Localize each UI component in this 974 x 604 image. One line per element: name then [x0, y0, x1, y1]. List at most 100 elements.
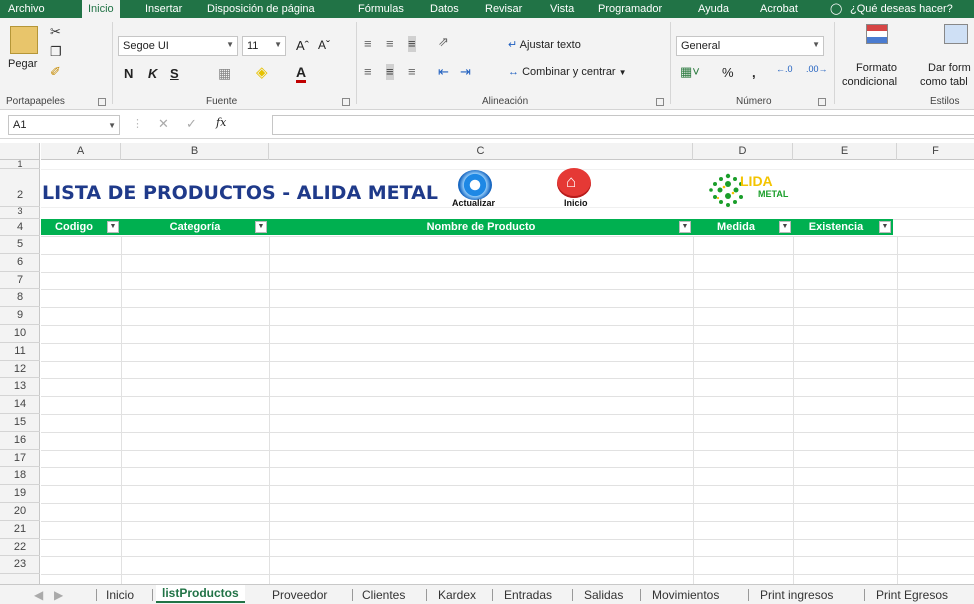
table-header-cell[interactable]: Nombre de Producto ▼	[269, 219, 693, 235]
increase-decimal-icon[interactable]: ←.0	[776, 64, 793, 74]
tell-me-search[interactable]: ¿Qué deseas hacer?	[850, 0, 953, 18]
paste-icon[interactable]	[10, 26, 38, 54]
row-header-3[interactable]: 3	[0, 207, 40, 219]
font-size-select[interactable]: 11 ▼	[242, 36, 286, 56]
tab-disposicion[interactable]: Disposición de página	[207, 0, 315, 18]
row-header-22[interactable]: 22	[0, 539, 40, 557]
alignment-launcher-icon[interactable]	[656, 98, 664, 106]
col-header-f[interactable]: F	[897, 143, 974, 160]
sheet-tab-salidas[interactable]: Salidas	[584, 587, 623, 603]
home-button-label[interactable]: Inicio	[564, 198, 588, 208]
sheet-tab-print-ingresos[interactable]: Print ingresos	[760, 587, 833, 603]
row-header-13[interactable]: 13	[0, 378, 40, 397]
row-header-16[interactable]: 16	[0, 432, 40, 450]
borders-icon[interactable]: ▦	[218, 65, 231, 82]
row-header-7[interactable]: 7	[0, 272, 40, 290]
filter-dropdown-icon[interactable]: ▼	[107, 221, 119, 233]
row-header-9[interactable]: 9	[0, 307, 40, 325]
table-header-cell[interactable]: Codigo ▼	[41, 219, 121, 235]
row-header-4[interactable]: 4	[0, 219, 40, 236]
clipboard-launcher-icon[interactable]	[98, 98, 106, 106]
sheet-tab-entradas[interactable]: Entradas	[504, 587, 552, 603]
row-header-2[interactable]: 2	[0, 169, 40, 207]
format-table-label-1[interactable]: Dar form	[928, 62, 971, 74]
filter-dropdown-icon[interactable]: ▼	[255, 221, 267, 233]
number-format-select[interactable]: General ▼	[676, 36, 824, 56]
filter-dropdown-icon[interactable]: ▼	[879, 221, 891, 233]
shrink-font-button[interactable]: Aˇ	[318, 38, 330, 52]
col-header-a[interactable]: A	[41, 143, 121, 160]
tab-vista[interactable]: Vista	[550, 0, 574, 18]
row-header-15[interactable]: 15	[0, 414, 40, 432]
number-launcher-icon[interactable]	[818, 98, 826, 106]
row-header-21[interactable]: 21	[0, 521, 40, 539]
refresh-button-label[interactable]: Actualizar	[452, 198, 495, 208]
sheet-tab-movimientos[interactable]: Movimientos	[652, 587, 719, 603]
scroll-right-icon[interactable]: ▶	[54, 587, 63, 603]
row-header-12[interactable]: 12	[0, 361, 40, 379]
tab-datos[interactable]: Datos	[430, 0, 459, 18]
row-header-1[interactable]: 1	[0, 160, 40, 169]
tab-formulas[interactable]: Fórmulas	[358, 0, 404, 18]
row-header-11[interactable]: 11	[0, 343, 40, 361]
sheet-tab-clientes[interactable]: Clientes	[362, 587, 405, 603]
refresh-gear-icon[interactable]	[458, 170, 492, 200]
row-header-23[interactable]: 23	[0, 556, 40, 575]
tab-archivo[interactable]: Archivo	[8, 0, 45, 18]
percent-button[interactable]: %	[722, 65, 734, 80]
font-launcher-icon[interactable]	[342, 98, 350, 106]
align-center-icon[interactable]: ≡	[386, 64, 394, 80]
underline-button[interactable]: S	[170, 66, 179, 81]
fill-color-icon[interactable]: ◈	[256, 63, 268, 81]
row-header-17[interactable]: 17	[0, 450, 40, 468]
align-right-icon[interactable]: ≡	[408, 64, 416, 80]
row-header-20[interactable]: 20	[0, 503, 40, 521]
insert-function-icon[interactable]: fx	[216, 116, 226, 129]
tab-acrobat[interactable]: Acrobat	[760, 0, 798, 18]
orientation-icon[interactable]: ⇗	[438, 34, 449, 50]
row-header-14[interactable]: 14	[0, 396, 40, 414]
col-header-e[interactable]: E	[793, 143, 897, 160]
lightbulb-icon[interactable]: ◯	[830, 0, 842, 18]
tab-revisar[interactable]: Revisar	[485, 0, 522, 18]
table-header-cell[interactable]: Categoría ▼	[121, 219, 269, 235]
row-header-8[interactable]: 8	[0, 289, 40, 308]
wrap-text-button[interactable]: ↵ Ajustar texto	[508, 38, 581, 51]
accounting-format-icon[interactable]: ▦˅	[680, 64, 700, 80]
conditional-format-label-1[interactable]: Formato	[856, 62, 897, 74]
italic-button[interactable]: K	[148, 66, 157, 81]
format-painter-icon[interactable]: ✐	[50, 64, 61, 80]
format-table-label-2[interactable]: como tabl	[920, 76, 968, 88]
name-box[interactable]: A1 ▼	[8, 115, 120, 135]
row-header-19[interactable]: 19	[0, 485, 40, 503]
table-header-cell[interactable]: Existencia ▼	[793, 219, 893, 235]
align-middle-icon[interactable]: ≡	[386, 36, 394, 52]
scroll-left-icon[interactable]: ◀	[34, 587, 43, 603]
cancel-icon[interactable]: ✕	[158, 116, 169, 132]
filter-dropdown-icon[interactable]: ▼	[779, 221, 791, 233]
merge-center-button[interactable]: ↔ Combinar y centrar ▼	[508, 66, 627, 78]
grow-font-button[interactable]: Aˆ	[296, 38, 309, 53]
align-left-icon[interactable]: ≡	[364, 64, 372, 80]
font-name-select[interactable]: Segoe UI ▼	[118, 36, 238, 56]
select-all-corner[interactable]	[0, 143, 40, 160]
decrease-decimal-icon[interactable]: .00→	[806, 64, 828, 74]
filter-dropdown-icon[interactable]: ▼	[679, 221, 691, 233]
row-header-5[interactable]: 5	[0, 236, 40, 254]
bold-button[interactable]: N	[124, 66, 133, 81]
conditional-format-icon[interactable]	[866, 24, 888, 44]
paste-label[interactable]: Pegar	[8, 58, 37, 70]
sheet-tab-kardex[interactable]: Kardex	[438, 587, 476, 603]
copy-icon[interactable]: ❐	[50, 44, 62, 60]
font-color-icon[interactable]: A	[296, 64, 307, 83]
cut-icon[interactable]: ✂	[50, 24, 61, 40]
row-header-18[interactable]: 18	[0, 467, 40, 486]
sheet-tab-listproductos[interactable]: listProductos	[156, 585, 245, 603]
col-header-c[interactable]: C	[269, 143, 693, 160]
home-icon[interactable]: ⌂	[557, 168, 591, 198]
tab-inicio[interactable]: Inicio	[82, 0, 120, 18]
row-header-10[interactable]: 10	[0, 325, 40, 343]
decrease-indent-icon[interactable]: ⇤	[438, 64, 449, 80]
formula-input[interactable]	[272, 115, 974, 135]
align-bottom-icon[interactable]: ≡	[408, 36, 416, 52]
